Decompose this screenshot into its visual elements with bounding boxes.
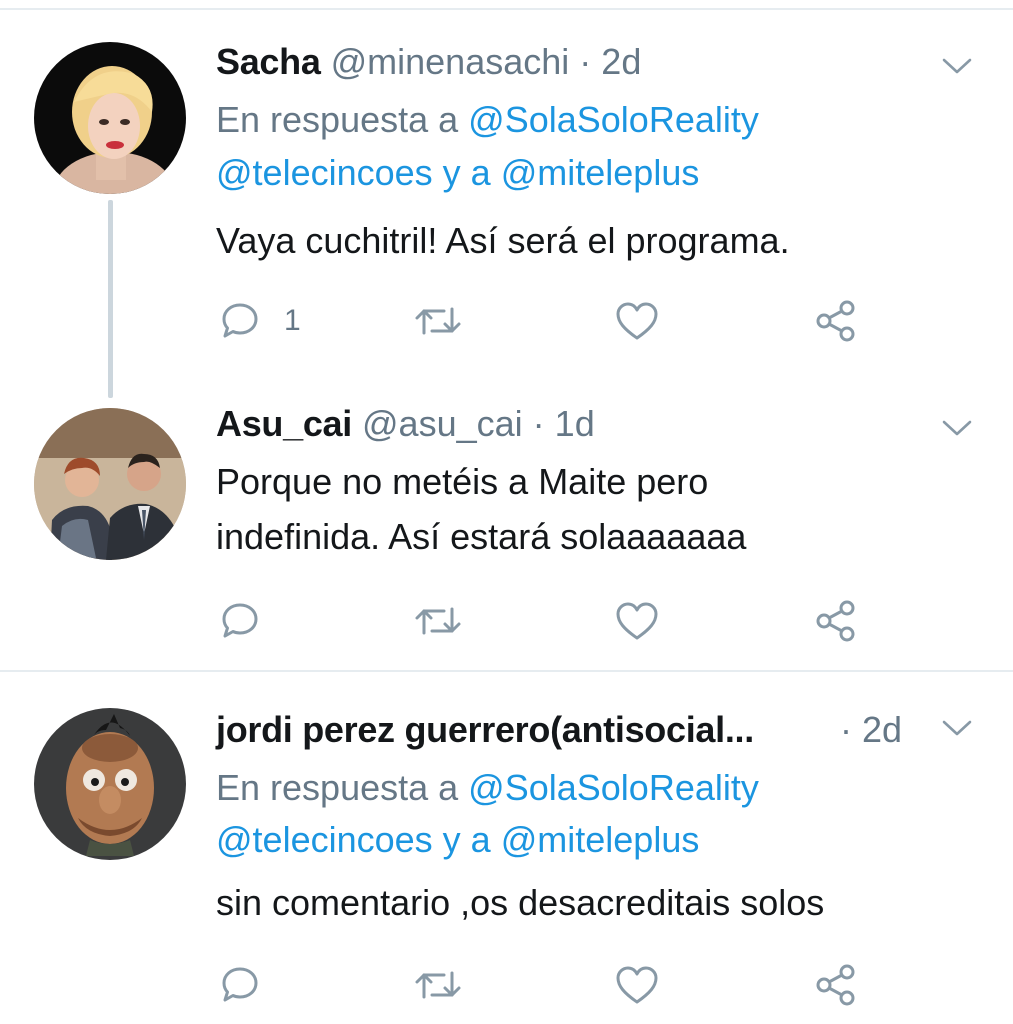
chevron-down-icon[interactable] xyxy=(941,718,973,738)
author-handle[interactable]: @asu_cai xyxy=(362,403,523,444)
tweet-1[interactable]: Sacha @minenasachi · 2d En respuesta a @… xyxy=(0,0,1013,380)
like-icon xyxy=(616,602,658,640)
tweet-header: Asu_cai @asu_cai · 1d xyxy=(216,402,595,446)
reply-context: En respuesta a @SolaSoloReality xyxy=(216,97,759,143)
tweet-text: sin comentario ,os desacreditais solos xyxy=(216,882,825,923)
tweet-time: · 2d xyxy=(840,708,902,752)
reply-prefix: En respuesta a xyxy=(216,99,459,140)
reply-button[interactable] xyxy=(220,960,284,1010)
author-name[interactable]: Sacha xyxy=(216,41,321,82)
like-button[interactable] xyxy=(614,596,660,646)
reply-join: y a xyxy=(442,819,491,860)
avatar[interactable] xyxy=(34,42,186,194)
tweet-actions: 1 xyxy=(216,296,916,346)
mention-link[interactable]: @miteleplus xyxy=(501,152,700,193)
share-icon xyxy=(816,964,855,1006)
reply-button[interactable]: 1 xyxy=(220,296,301,346)
tweet-3[interactable]: jordi perez guerrero(antisocial... · 2d … xyxy=(0,672,1013,1024)
like-button[interactable] xyxy=(614,960,660,1010)
reply-icon xyxy=(222,303,258,338)
retweet-icon xyxy=(415,971,461,999)
timestamp[interactable]: 1d xyxy=(555,403,595,444)
chevron-down-icon[interactable] xyxy=(941,418,973,438)
reply-icon xyxy=(222,967,258,1002)
reply-context-continued: @telecincoes y a @miteleplus xyxy=(216,150,699,196)
tweet-2[interactable]: Asu_cai @asu_cai · 1d Porque no metéis a… xyxy=(0,380,1013,670)
avatar[interactable] xyxy=(34,408,186,560)
mention-link[interactable]: @miteleplus xyxy=(501,819,700,860)
tweet-actions xyxy=(216,596,916,646)
timestamp[interactable]: 2d xyxy=(601,41,641,82)
share-button[interactable] xyxy=(814,960,860,1010)
timestamp[interactable]: 2d xyxy=(862,709,902,750)
share-button[interactable] xyxy=(814,596,860,646)
author-handle[interactable]: @minenasachi xyxy=(331,41,570,82)
tweet-actions xyxy=(216,960,916,1010)
reply-count: 1 xyxy=(284,304,301,337)
reply-prefix: En respuesta a xyxy=(216,767,459,808)
reply-context-continued: @telecincoes y a @miteleplus xyxy=(216,817,699,863)
avatar[interactable] xyxy=(34,708,186,860)
mention-link[interactable]: @SolaSoloReality xyxy=(468,99,759,140)
retweet-button[interactable] xyxy=(414,596,462,646)
like-button[interactable] xyxy=(614,296,660,346)
chevron-down-icon[interactable] xyxy=(941,56,973,76)
reply-icon xyxy=(222,603,258,638)
tweet-text-line: Porque no metéis a Maite pero xyxy=(216,461,709,502)
share-button[interactable] xyxy=(814,296,860,346)
retweet-button[interactable] xyxy=(414,296,462,346)
retweet-icon xyxy=(415,607,461,635)
tweet-text-line: indefinida. Así estará solaaaaaaa xyxy=(216,516,747,557)
separator-dot: · xyxy=(579,41,592,82)
share-icon xyxy=(816,300,855,342)
mention-link[interactable]: @telecincoes xyxy=(216,152,433,193)
mention-link[interactable]: @telecincoes xyxy=(216,819,433,860)
mention-link[interactable]: @SolaSoloReality xyxy=(468,767,759,808)
share-icon xyxy=(816,600,855,642)
reply-join: y a xyxy=(442,152,491,193)
author-name[interactable]: Asu_cai xyxy=(216,403,352,444)
author-name[interactable]: jordi perez guerrero(antisocial... xyxy=(216,709,754,750)
retweet-icon xyxy=(415,307,461,335)
like-icon xyxy=(616,966,658,1004)
separator-dot: · xyxy=(840,709,852,750)
reply-context: En respuesta a @SolaSoloReality xyxy=(216,765,759,811)
tweet-header: Sacha @minenasachi · 2d xyxy=(216,40,641,84)
like-icon xyxy=(616,302,658,340)
retweet-button[interactable] xyxy=(414,960,462,1010)
tweet-text: Vaya cuchitril! Así será el programa. xyxy=(216,220,790,261)
reply-button[interactable] xyxy=(220,596,284,646)
separator-dot: · xyxy=(532,403,545,444)
